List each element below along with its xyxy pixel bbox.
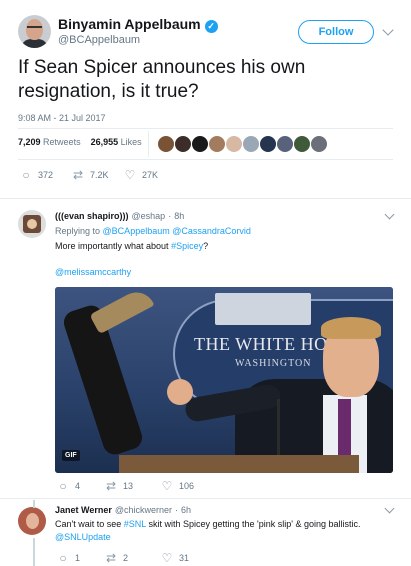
reply-author[interactable]: Janet Werner @chickwerner · 6h [55, 505, 191, 515]
liker-avatar[interactable] [311, 136, 327, 152]
avatar[interactable] [18, 210, 46, 238]
chevron-down-icon[interactable] [384, 503, 395, 514]
engagement-stats: 7,209 Retweets 26,955 Likes [18, 137, 142, 147]
like-count: 31 [179, 553, 190, 563]
like-icon: ♡ [161, 551, 173, 565]
verified-badge-icon: ✓ [204, 20, 218, 33]
chevron-down-icon[interactable] [382, 24, 394, 36]
gif-fist [167, 379, 193, 405]
thread-line [33, 500, 35, 508]
gif-podium [119, 455, 359, 473]
mention-link[interactable]: @SNLUpdate [55, 532, 111, 542]
hashtag-link[interactable]: #Spicey [171, 241, 203, 251]
reply-icon: ○ [59, 551, 67, 565]
mention-link[interactable]: @CassandraCorvid [172, 226, 251, 236]
reply-icon: ○ [59, 479, 67, 493]
author-name[interactable]: Binyamin Appelbaum ✓ [58, 16, 218, 33]
retweet-count: 2 [123, 553, 129, 563]
retweet-button[interactable]: ⇄ 13 [103, 479, 133, 493]
reply-text-prefix: More importantly what about [55, 241, 172, 251]
author-name-text: Binyamin Appelbaum [58, 16, 201, 32]
reply-age: 6h [181, 505, 192, 515]
divider [18, 159, 393, 160]
reply-text: More importantly what about #Spicey? [55, 241, 208, 251]
retweets-count[interactable]: 7,209 [18, 137, 41, 147]
reply-author-handle: @chickwerner [114, 505, 173, 515]
reply-button[interactable]: ○ 1 [55, 551, 80, 565]
gif-building [215, 293, 311, 325]
retweet-icon: ⇄ [72, 168, 84, 182]
dot-separator: · [168, 211, 172, 221]
reply-author-name: Janet Werner [55, 505, 112, 515]
thread-line [33, 538, 35, 566]
gif-badge: GIF [62, 450, 80, 461]
likes-count[interactable]: 26,955 [91, 137, 119, 147]
avatar-glasses [27, 26, 42, 30]
retweet-button[interactable]: ⇄ 7.2K [70, 168, 109, 182]
follow-button[interactable]: Follow [298, 20, 374, 44]
liker-avatar[interactable] [175, 136, 191, 152]
reply-author-name: (((evan shapiro))) [55, 211, 129, 221]
reply-icon: ○ [22, 168, 30, 182]
timestamp[interactable]: 9:08 AM - 21 Jul 2017 [18, 113, 106, 123]
reply-age: 8h [174, 211, 185, 221]
like-button[interactable]: ♡ 27K [122, 168, 158, 182]
retweet-count: 7.2K [90, 170, 109, 180]
stats-divider [148, 131, 149, 157]
gif-media[interactable]: THE WHITE HO WASHINGTON GIF [55, 287, 393, 473]
retweet-icon: ⇄ [105, 551, 117, 565]
avatar[interactable] [18, 15, 51, 48]
retweet-count: 13 [123, 481, 134, 491]
liker-avatar[interactable] [158, 136, 174, 152]
reply-author[interactable]: (((evan shapiro))) @eshap · 8h [55, 211, 184, 221]
retweets-label[interactable]: Retweets [43, 137, 81, 147]
mention-link[interactable]: @melissamccarthy [55, 267, 131, 277]
like-button[interactable]: ♡ 31 [159, 551, 189, 565]
gif-sign-subtext: WASHINGTON [235, 358, 312, 369]
likes-label[interactable]: Likes [121, 137, 142, 147]
dot-separator: · [175, 505, 179, 515]
replying-to: Replying to @BCAppelbaum @CassandraCorvi… [55, 226, 251, 236]
avatar-body [21, 39, 48, 48]
like-button[interactable]: ♡ 106 [159, 479, 194, 493]
liker-avatar[interactable] [243, 136, 259, 152]
gif-sign-text: THE WHITE HO [194, 334, 328, 354]
retweet-icon: ⇄ [105, 479, 117, 493]
like-count: 106 [179, 481, 195, 491]
reply-text-suffix: ? [203, 241, 209, 251]
reply-text: Can't wait to see #SNL skit with Spicey … [55, 519, 361, 529]
hashtag-link[interactable]: #SNL [124, 519, 146, 529]
mention-link[interactable]: @BCAppelbaum [103, 226, 170, 236]
reply-tweet: Janet Werner @chickwerner · 6h Can't wait t… [0, 499, 411, 566]
avatar[interactable] [18, 507, 46, 535]
reply-button[interactable]: ○ 372 [18, 168, 53, 182]
like-icon: ♡ [161, 479, 173, 493]
reply-count: 1 [75, 553, 81, 563]
reply-button[interactable]: ○ 4 [55, 479, 80, 493]
author-handle[interactable]: @BCAppelbaum [58, 34, 140, 46]
reply-author-handle: @eshap [131, 211, 166, 221]
avatar-face [27, 219, 37, 229]
reply-count: 372 [38, 170, 54, 180]
liker-avatar[interactable] [226, 136, 242, 152]
retweet-button[interactable]: ⇄ 2 [103, 551, 128, 565]
liker-avatar[interactable] [260, 136, 276, 152]
like-count: 27K [142, 170, 159, 180]
gif-hair [321, 317, 381, 339]
gif-microphone [277, 399, 280, 459]
tweet-text: If Sean Spicer announces his own resigna… [18, 57, 306, 102]
divider [18, 128, 393, 129]
reply-text-suffix: skit with Spicey getting the 'pink slip'… [145, 519, 361, 529]
liker-avatar[interactable] [294, 136, 310, 152]
avatar-face [26, 513, 39, 529]
reply-text-prefix: Can't wait to see [55, 519, 124, 529]
like-icon: ♡ [124, 168, 136, 182]
reply-count: 4 [75, 481, 81, 491]
liker-avatar[interactable] [209, 136, 225, 152]
main-tweet: Binyamin Appelbaum ✓ @BCAppelbaum Follow … [0, 0, 411, 197]
liker-avatar[interactable] [192, 136, 208, 152]
replying-to-prefix: Replying to [55, 226, 101, 236]
chevron-down-icon[interactable] [384, 209, 395, 220]
liker-avatar[interactable] [277, 136, 293, 152]
